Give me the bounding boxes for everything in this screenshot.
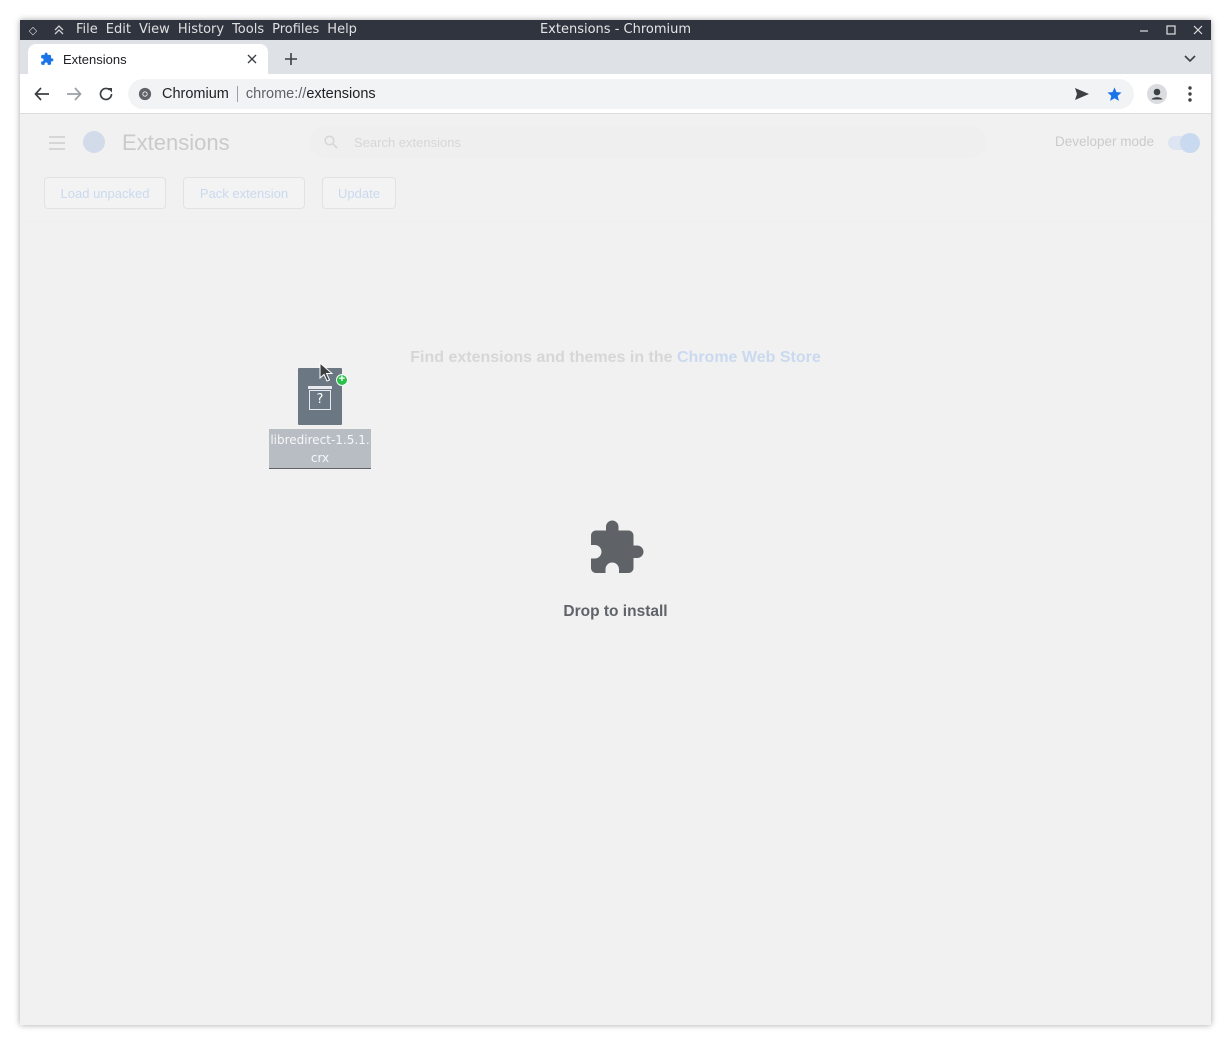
toggle-knob [1180,133,1200,153]
menu-edit[interactable]: Edit [102,20,135,40]
file-name-line1: libredirect-1.5.1. [270,433,370,447]
extensions-header: Extensions Search extensions Developer m… [20,114,1211,222]
forward-button[interactable] [61,81,87,107]
url-scheme: chrome:// [245,86,307,102]
menu-profiles[interactable]: Profiles [268,20,323,40]
menu-history[interactable]: History [174,20,228,40]
mouse-cursor-icon [319,362,333,382]
more-vert-icon [1188,86,1192,102]
browser-menu-button[interactable] [1177,81,1203,107]
pack-extension-button[interactable]: Pack extension [183,177,305,209]
profile-button[interactable] [1144,81,1170,107]
file-icon-bar [308,386,332,389]
reload-icon [99,87,113,101]
tab-label: Extensions [63,51,127,67]
copy-plus-badge-icon: + [336,374,348,386]
drop-label: Drop to install [563,603,668,620]
keep-above-icon[interactable] [46,20,72,40]
url-text[interactable]: chrome://extensions [246,86,376,102]
file-icon-glyph: ? [309,390,331,410]
url-path: extensions [306,86,376,102]
drop-to-install-overlay[interactable]: Drop to install [20,518,1211,621]
browser-window: ◇ File Edit View History Tools Profiles … [20,20,1211,1025]
chromium-site-icon [138,87,152,101]
send-icon [1075,88,1089,100]
maximize-icon[interactable] [1157,20,1184,40]
update-button[interactable]: Update [322,177,396,209]
file-name-label: libredirect-1.5.1. crx [269,429,371,469]
search-icon [324,135,338,149]
plus-icon [285,53,297,65]
avatar-icon [1147,84,1167,104]
forward-arrow-icon [67,87,82,101]
close-window-icon[interactable] [1184,20,1211,40]
bookmark-button[interactable] [1102,82,1126,106]
web-store-text: Find extensions and themes in the [410,349,673,366]
menu-tools[interactable]: Tools [228,20,268,40]
puzzle-icon [41,52,54,65]
star-filled-icon [1106,86,1122,101]
web-store-message: Find extensions and themes in the Chrome… [20,349,1211,367]
extensions-search-input[interactable]: Search extensions [310,126,986,158]
load-unpacked-button[interactable]: Load unpacked [44,177,166,209]
back-arrow-icon [34,87,49,101]
search-placeholder: Search extensions [354,134,461,150]
page-content: Extensions Search extensions Developer m… [20,114,1211,1025]
close-tab-icon[interactable] [242,49,262,69]
send-tab-button[interactable] [1070,82,1094,106]
window-menu-icon[interactable]: ◇ [20,20,46,40]
menu-view[interactable]: View [135,20,174,40]
window-controls [1130,20,1211,40]
puzzle-icon [590,520,643,573]
browser-toolbar: Chromium chrome://extensions [20,74,1211,114]
address-bar[interactable]: Chromium chrome://extensions [128,79,1134,109]
tab-strip: Extensions [20,40,1211,74]
new-tab-button[interactable] [279,47,303,71]
site-name: Chromium [162,86,229,102]
omnibox-actions [1070,82,1126,106]
extensions-logo [83,131,105,153]
web-store-link[interactable]: Chrome Web Store [677,349,821,366]
developer-mode-label: Developer mode [1055,134,1155,149]
omnibox-separator [236,86,238,102]
title-bar: ◇ File Edit View History Tools Profiles … [20,20,1211,40]
tab-extensions[interactable]: Extensions [28,44,268,74]
reload-button[interactable] [93,81,119,107]
chevron-down-icon [1184,55,1196,63]
menu-file[interactable]: File [72,20,102,40]
file-name-line2: crx [310,451,330,465]
minimize-icon[interactable] [1130,20,1157,40]
developer-mode-toggle[interactable] [1168,133,1200,153]
tab-search-button[interactable] [1179,48,1201,70]
back-button[interactable] [29,81,55,107]
hamburger-menu-icon[interactable] [47,133,67,153]
page-title: Extensions [122,130,230,155]
menu-help[interactable]: Help [323,20,361,40]
